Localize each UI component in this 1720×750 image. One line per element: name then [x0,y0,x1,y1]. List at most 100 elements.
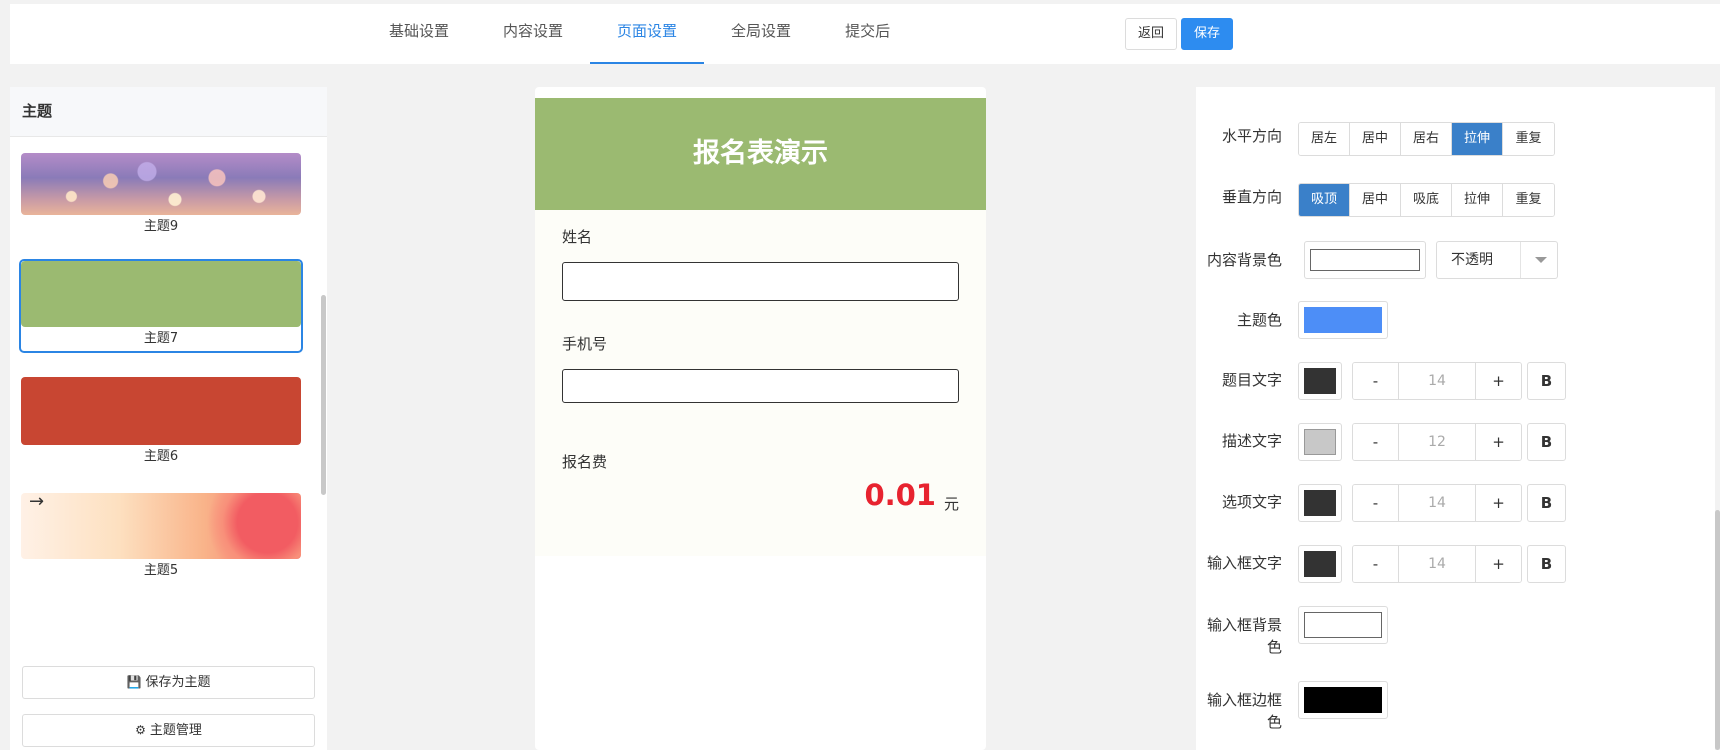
decrease-button[interactable]: - [1353,363,1398,399]
tab-global-settings[interactable]: 全局设置 [704,4,818,64]
form-preview: 报名表演示 姓名 手机号 报名费 0.01 元 [535,87,986,750]
fee-amount: 0.01 [864,478,936,512]
theme-panel-title: 主题 [10,87,327,137]
vertical-option-center[interactable]: 居中 [1350,184,1401,216]
form-preview-content: 报名表演示 姓名 手机号 报名费 0.01 元 [535,98,986,556]
vertical-option-repeat[interactable]: 重复 [1503,184,1554,216]
color-swatch [1310,249,1420,271]
vertical-direction-selector: 吸顶 居中 吸底 拉伸 重复 [1298,183,1555,217]
input-bg-label: 输入框背景色 [1206,616,1282,656]
vertical-option-stretch[interactable]: 拉伸 [1452,184,1503,216]
theme-manage-button[interactable]: ⚙ 主题管理 [22,714,315,747]
theme-list-scrollbar[interactable] [321,295,326,495]
content-bg-color-picker[interactable] [1304,241,1426,279]
title-text-label: 题目文字 [1221,371,1282,389]
name-input[interactable] [562,262,959,301]
horizontal-option-left[interactable]: 居左 [1299,123,1350,155]
top-tabs: 基础设置 内容设置 页面设置 全局设置 提交后 [362,4,917,64]
font-size-value[interactable]: 14 [1398,363,1476,399]
save-as-theme-label: 保存为主题 [145,675,211,690]
font-size-value[interactable]: 14 [1398,485,1476,521]
horizontal-option-stretch[interactable]: 拉伸 [1452,123,1503,155]
theme-item-5[interactable]: → 主题5 [19,491,303,585]
vertical-direction-label: 垂直方向 [1221,188,1282,206]
decrease-button[interactable]: - [1353,424,1398,460]
theme-list: 主题9 主题7 主题6 → 主题5 [10,137,327,742]
title-text-size-stepper: - 14 + [1352,362,1522,400]
horizontal-direction-selector: 居左 居中 居右 拉伸 重复 [1298,122,1555,156]
input-border-color-picker[interactable] [1298,681,1388,719]
theme-item-7[interactable]: 主题7 [19,259,303,353]
decrease-button[interactable]: - [1353,485,1398,521]
title-text-color-picker[interactable] [1298,362,1342,400]
theme-thumbnail: → [21,493,301,559]
font-size-value[interactable]: 12 [1398,424,1476,460]
title-text-bold-button[interactable]: B [1527,362,1566,400]
theme-thumbnail [21,153,301,215]
theme-name: 主题5 [143,563,179,578]
font-size-value[interactable]: 14 [1398,546,1476,582]
option-text-size-stepper: - 14 + [1352,484,1522,522]
top-bar: 基础设置 内容设置 页面设置 全局设置 提交后 返回 保存 [10,4,1720,64]
horizontal-direction-label: 水平方向 [1221,127,1282,145]
theme-color-picker[interactable] [1298,301,1388,339]
increase-button[interactable]: + [1476,485,1521,521]
theme-panel: 主题 主题9 主题7 主题6 → 主题5 💾 保存为主题 ⚙ 主题管理 [10,87,327,750]
tab-page-settings[interactable]: 页面设置 [590,4,705,64]
input-text-bold-button[interactable]: B [1527,545,1566,583]
save-as-theme-button[interactable]: 💾 保存为主题 [22,666,315,699]
gear-icon: ⚙ [135,723,146,737]
theme-item-6[interactable]: 主题6 [19,375,303,471]
tab-after-submit[interactable]: 提交后 [818,4,917,64]
desc-text-size-stepper: - 12 + [1352,423,1522,461]
color-swatch [1304,368,1336,394]
tab-content-settings[interactable]: 内容设置 [476,4,590,64]
theme-thumbnail [21,261,301,327]
desc-text-bold-button[interactable]: B [1527,423,1566,461]
horizontal-option-center[interactable]: 居中 [1350,123,1401,155]
style-settings-panel: 水平方向 居左 居中 居右 拉伸 重复 垂直方向 吸顶 居中 吸底 拉伸 重复 … [1196,87,1715,750]
vertical-option-bottom[interactable]: 吸底 [1401,184,1452,216]
name-field-label: 姓名 [562,228,593,246]
theme-item-9[interactable]: 主题9 [19,151,303,241]
fee-label: 报名费 [562,453,608,471]
increase-button[interactable]: + [1476,546,1521,582]
desc-text-color-picker[interactable] [1298,423,1342,461]
option-text-color-picker[interactable] [1298,484,1342,522]
phone-field-label: 手机号 [562,335,608,353]
content-bg-opacity-select[interactable]: 不透明 [1436,241,1558,279]
input-bg-color-picker[interactable] [1298,606,1388,644]
tab-basic-settings[interactable]: 基础设置 [362,4,476,64]
phone-input[interactable] [562,369,959,403]
increase-button[interactable]: + [1476,424,1521,460]
desc-text-label: 描述文字 [1221,432,1282,450]
input-border-label: 输入框边框色 [1206,691,1282,731]
back-button[interactable]: 返回 [1125,18,1177,50]
opacity-select-value: 不透明 [1451,252,1493,268]
color-swatch [1304,687,1382,713]
option-text-bold-button[interactable]: B [1527,484,1566,522]
horizontal-option-right[interactable]: 居右 [1401,123,1452,155]
input-text-color-picker[interactable] [1298,545,1342,583]
theme-color-label: 主题色 [1236,311,1282,329]
decrease-button[interactable]: - [1353,546,1398,582]
color-swatch [1304,307,1382,333]
floppy-disk-icon: 💾 [126,675,142,689]
theme-thumbnail [21,377,301,445]
color-swatch [1304,490,1336,516]
save-button[interactable]: 保存 [1181,18,1233,50]
input-text-size-stepper: - 14 + [1352,545,1522,583]
form-banner-title: 报名表演示 [535,98,986,210]
color-swatch [1304,429,1336,455]
input-text-label: 输入框文字 [1206,554,1282,572]
vertical-option-top[interactable]: 吸顶 [1299,184,1350,216]
theme-name: 主题9 [143,219,179,234]
chevron-down-icon [1535,257,1547,263]
increase-button[interactable]: + [1476,363,1521,399]
theme-manage-label: 主题管理 [149,723,202,738]
color-swatch [1304,612,1382,638]
settings-scrollbar[interactable] [1715,510,1720,750]
content-bg-label: 内容背景色 [1206,251,1282,269]
horizontal-option-repeat[interactable]: 重复 [1503,123,1554,155]
theme-name: 主题7 [143,331,179,346]
